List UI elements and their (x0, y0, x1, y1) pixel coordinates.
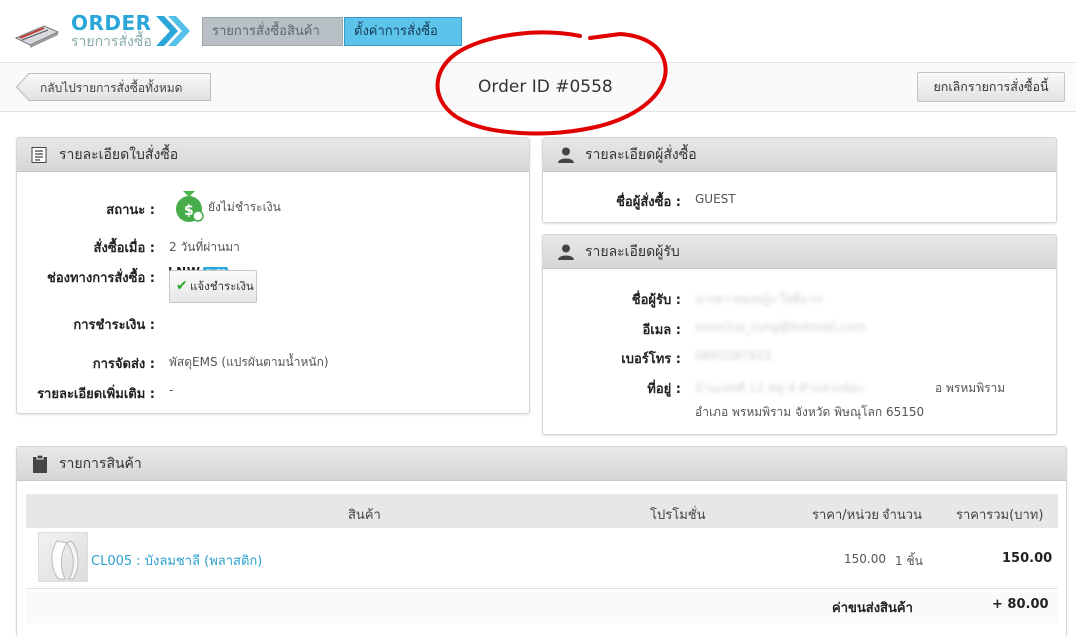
address-hidden-part: บ้านเลขที่ 12 หมู่ 4 ตำบลวงฆ้อง (695, 381, 864, 395)
email-value: somchai_rung@hotmail.com (695, 320, 866, 334)
column-promotion: โปรโมชั่น (650, 508, 706, 523)
receiver-name-value: นางสาวสมหญิง ใจดีมาก (695, 292, 823, 306)
row-total: 150.00 (1002, 551, 1053, 566)
user-icon (558, 244, 574, 260)
order-logo-icon (14, 25, 60, 48)
quantity: 1 ชิ้น (895, 554, 923, 568)
product-image (51, 540, 79, 580)
panel-title: รายละเอียดผู้สั่งซื้อ (585, 147, 697, 163)
tab-order-list[interactable]: รายการสั่งซื้อสินค้า (202, 17, 343, 46)
shipping-cost-row: ค่าขนส่งสินค้า + 80.00 (26, 590, 1058, 623)
back-to-orders-button[interactable]: กลับไปรายการสั่งซื้อทั้งหมด (16, 73, 211, 101)
product-link[interactable]: CL005 : บังลมชาลี (พลาสติก) (91, 550, 262, 571)
panel-header: รายการสินค้า (17, 447, 1066, 481)
logo-subtitle: รายการสั่งซื้อ (71, 34, 152, 50)
ordered-label: สั่งซื้อเมื่อ : (93, 241, 155, 256)
phone-label: เบอร์โทร : (621, 352, 681, 367)
buyer-details-panel: รายละเอียดผู้สั่งซื้อ ชื่อผู้สั่งซื้อ : … (542, 137, 1057, 223)
buyer-name-label: ชื่อผู้สั่งซื้อ : (616, 195, 681, 210)
panel-header: รายละเอียดผู้รับ (543, 235, 1056, 269)
receiver-name-label: ชื่อผู้รับ : (631, 293, 681, 308)
cancel-order-button[interactable]: ยกเลิกรายการสั่งซื้อนี้ (917, 72, 1065, 102)
buyer-name-value: GUEST (695, 192, 736, 206)
order-id: Order ID #0558 (478, 77, 613, 97)
panel-header: รายละเอียดผู้สั่งซื้อ (543, 138, 1056, 172)
tab-order-settings[interactable]: ตั้งค่าการสั่งซื้อ (344, 17, 462, 46)
product-thumbnail[interactable] (38, 532, 88, 582)
address-label: ที่อยู่ : (647, 382, 681, 397)
user-icon (558, 147, 574, 163)
status-label: สถานะ : (106, 203, 155, 218)
notify-payment-button[interactable]: ✔ แจ้งชำระเงิน (169, 270, 257, 303)
payment-label: การชำระเงิน : (73, 318, 155, 333)
email-label: อีเมล : (642, 323, 681, 338)
order-details-panel: รายละเอียดใบสั่งซื้อ สถานะ : $ ยังไม่ชำร… (16, 137, 530, 414)
document-icon (31, 147, 47, 163)
receiver-details-panel: รายละเอียดผู้รับ ชื่อผู้รับ : นางสาวสมหญ… (542, 234, 1057, 435)
top-bar: ORDER รายการสั่งซื้อ รายการสั่งซื้อสินค้… (0, 0, 1076, 62)
notify-payment-label: แจ้งชำระเงิน (190, 279, 254, 293)
table-row: CL005 : บังลมชาลี (พลาสติก) 150.00 1 ชิ้… (26, 529, 1058, 589)
logo-title: ORDER (71, 11, 152, 35)
column-quantity: จำนวน (882, 508, 922, 523)
extra-details-label: รายละเอียดเพิ่มเติม : (37, 387, 155, 402)
shipping-cost-value: + 80.00 (992, 597, 1049, 612)
back-button-label: กลับไปรายการสั่งซื้อทั้งหมด (40, 81, 183, 95)
channel-label: ช่องทางการสั่งซื้อ : (47, 271, 155, 286)
chevron-right-icon (156, 16, 190, 46)
extra-details-value: - (169, 383, 174, 397)
status-value: ยังไม่ชำระเงิน (208, 200, 281, 214)
address-line-2: อำเภอ พรหมพิราม จังหวัด พิษณุโลก 65150 (695, 405, 925, 419)
clipboard-icon (33, 455, 47, 473)
panel-title: รายละเอียดผู้รับ (585, 244, 680, 260)
shipping-label: การจัดส่ง : (92, 357, 155, 372)
checkmark-icon: ✔ (176, 278, 188, 294)
action-bar: กลับไปรายการสั่งซื้อทั้งหมด Order ID #05… (0, 62, 1076, 112)
shipping-value: พัสดุEMS (แปรผันตามน้ำหนัก) (169, 355, 329, 369)
address-line-1: อ พรหมพิราม (935, 381, 1006, 395)
items-table-header: สินค้า โปรโมชั่น ราคา/หน่วย จำนวน ราคารว… (26, 494, 1058, 528)
unit-price: 150.00 (844, 552, 886, 566)
ordered-value: 2 วันที่ผ่านมา (169, 240, 240, 254)
shipping-cost-label: ค่าขนส่งสินค้า (832, 601, 913, 616)
panel-title: รายการสินค้า (59, 456, 142, 472)
column-product: สินค้า (348, 508, 381, 523)
panel-header: รายละเอียดใบสั่งซื้อ (17, 138, 529, 172)
phone-value: 0893287915 (695, 349, 772, 363)
column-total: ราคารวม(บาท) (956, 508, 1044, 523)
column-unit-price: ราคา/หน่วย (812, 508, 880, 523)
money-bag-icon: $ (176, 191, 204, 222)
panel-title: รายละเอียดใบสั่งซื้อ (59, 147, 179, 163)
